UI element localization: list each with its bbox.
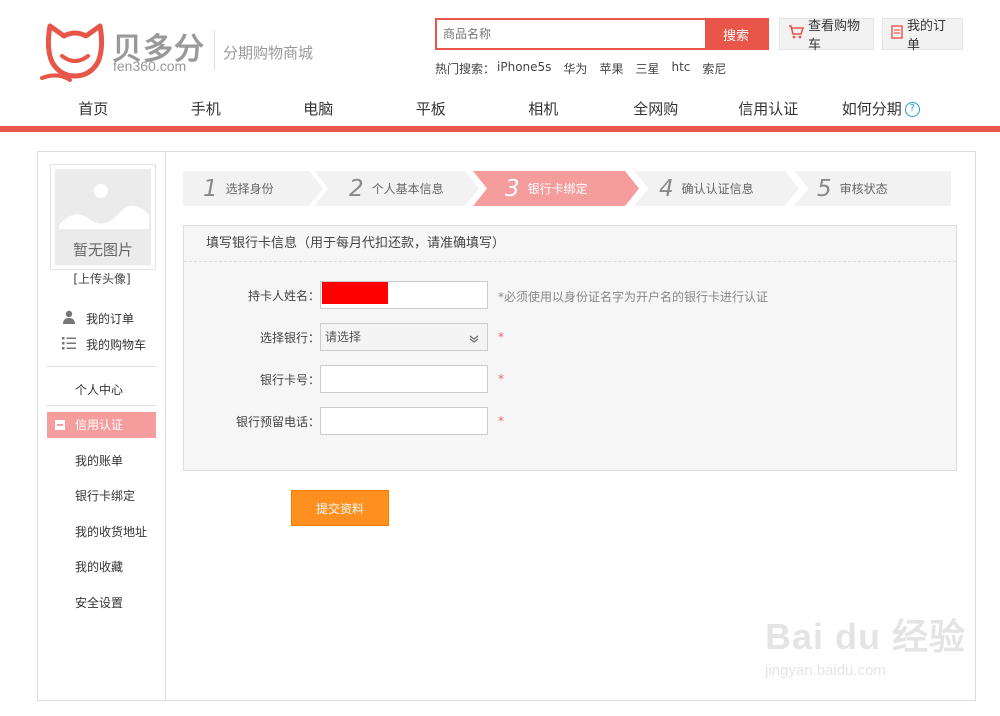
watermark-main: Bai du 经验 xyxy=(765,616,967,657)
watermark: Bai du 经验 jingyan.baidu.com xyxy=(765,608,985,698)
step-number: 3 xyxy=(505,175,520,202)
nav-item-how-installment[interactable]: 如何分期? xyxy=(825,92,938,126)
sidebar-my-orders-label: 我的订单 xyxy=(86,312,135,326)
step-label: 确认认证信息 xyxy=(681,182,754,196)
cart-icon xyxy=(788,25,805,43)
sidebar-my-orders[interactable]: 我的订单 xyxy=(62,310,134,327)
sidebar: 暂无图片 [上传头像] 我的订单 我的购物车 个人中心 信用认证 我的账单 银行… xyxy=(38,152,166,700)
nav-item-how-label: 如何分期 xyxy=(841,100,902,118)
sidebar-item-bills[interactable]: 我的账单 xyxy=(47,448,156,474)
cardholder-hint-text: *必须使用以身份证名字为开户名的银行卡进行认证 xyxy=(498,290,769,304)
step-label: 审核状态 xyxy=(839,182,888,196)
bank-label: 选择银行： xyxy=(259,331,320,345)
sidebar-my-cart[interactable]: 我的购物车 xyxy=(62,336,146,353)
cardholder-hint: *必须使用以身份证名字为开户名的银行卡进行认证 xyxy=(498,288,768,305)
bank-select-value: 请选择 xyxy=(325,330,362,344)
step-number: 5 xyxy=(817,175,832,202)
hot-keyword[interactable]: htc xyxy=(671,60,690,77)
slogan: 分期购物商城 xyxy=(223,44,314,62)
phone-label: 银行预留电话： xyxy=(235,415,320,429)
hot-keyword[interactable]: 索尼 xyxy=(702,60,726,77)
sidebar-item-credit-label: 信用认证 xyxy=(75,418,124,432)
hot-keyword[interactable]: 苹果 xyxy=(599,60,623,77)
nav-item-home[interactable]: 首页 xyxy=(37,92,150,126)
upload-avatar-link[interactable]: [上传头像] xyxy=(38,270,166,287)
step-label: 个人基本信息 xyxy=(371,182,444,196)
cardholder-label: 持卡人姓名： xyxy=(247,289,320,303)
help-icon[interactable]: ? xyxy=(904,102,920,117)
hot-search: 热门搜索： iPhone5s 华为 苹果 三星 htc 索尼 xyxy=(435,60,738,77)
document-icon xyxy=(891,25,903,43)
sidebar-item-address[interactable]: 我的收货地址 xyxy=(47,519,156,545)
card-number-label: 银行卡号： xyxy=(259,373,320,387)
nav-item-all-shop[interactable]: 全网购 xyxy=(600,92,713,126)
hot-keyword[interactable]: 华为 xyxy=(563,60,587,77)
nav-item-credit[interactable]: 信用认证 xyxy=(712,92,825,126)
required-mark: * xyxy=(498,372,504,386)
submit-button[interactable]: 提交资料 xyxy=(291,490,389,526)
logo-icon[interactable] xyxy=(40,20,110,82)
step-number: 2 xyxy=(349,175,364,202)
phone-row: 银行预留电话： * xyxy=(184,407,958,435)
brand-divider xyxy=(214,30,215,70)
card-number-input[interactable] xyxy=(320,365,488,393)
step-5: 5 审核状态 xyxy=(793,171,951,206)
nav-underline xyxy=(0,126,1000,132)
chevron-down-icon xyxy=(469,327,479,353)
my-orders-button[interactable]: 我的订单 xyxy=(882,18,963,53)
sidebar-item-personal-center[interactable]: 个人中心 xyxy=(47,377,156,403)
step-label: 银行卡绑定 xyxy=(527,182,588,196)
sidebar-item-security[interactable]: 安全设置 xyxy=(47,590,156,616)
sidebar-divider xyxy=(46,405,156,406)
sidebar-my-cart-label: 我的购物车 xyxy=(86,338,147,352)
collapse-icon[interactable] xyxy=(55,420,65,430)
step-1: 1 选择身份 xyxy=(183,171,323,206)
hot-keyword[interactable]: 三星 xyxy=(635,60,659,77)
bank-row: 选择银行： 请选择 * xyxy=(184,323,958,351)
required-mark: * xyxy=(498,414,504,428)
nav-item-phone[interactable]: 手机 xyxy=(150,92,263,126)
nav-item-camera[interactable]: 相机 xyxy=(487,92,600,126)
step-4: 4 确认认证信息 xyxy=(633,171,799,206)
view-cart-label: 查看购物车 xyxy=(808,19,861,53)
sidebar-item-bank-card[interactable]: 银行卡绑定 xyxy=(47,483,156,509)
sidebar-item-favorites[interactable]: 我的收藏 xyxy=(47,554,156,580)
my-orders-label: 我的订单 xyxy=(907,19,947,53)
required-mark: * xyxy=(498,330,504,344)
redacted-name xyxy=(322,282,388,304)
sidebar-divider xyxy=(46,366,156,367)
view-cart-button[interactable]: 查看购物车 xyxy=(779,18,874,53)
nav-item-tablet[interactable]: 平板 xyxy=(375,92,488,126)
form-title: 填写银行卡信息（用于每月代扣还款，请准确填写） xyxy=(184,226,956,262)
user-icon xyxy=(62,310,76,327)
search-button[interactable]: 搜索 xyxy=(705,20,767,48)
search-box: 搜索 xyxy=(435,18,769,50)
watermark-sub: jingyan.baidu.com xyxy=(765,662,886,679)
avatar-text: 暂无图片 xyxy=(72,241,133,259)
card-number-row: 银行卡号： * xyxy=(184,365,958,393)
bank-select[interactable]: 请选择 xyxy=(320,323,488,351)
step-number: 1 xyxy=(203,175,218,202)
sidebar-item-credit[interactable]: 信用认证 xyxy=(47,412,156,438)
bank-card-form: 填写银行卡信息（用于每月代扣还款，请准确填写） 持卡人姓名： *必须使用以身份证… xyxy=(183,225,957,471)
hot-keyword[interactable]: iPhone5s xyxy=(497,60,551,77)
brand-url: fen360.com xyxy=(113,58,187,74)
hot-search-label: 热门搜索： xyxy=(435,62,496,76)
step-3: 3 银行卡绑定 xyxy=(473,171,639,206)
list-icon xyxy=(62,336,76,353)
step-number: 4 xyxy=(659,175,674,202)
step-2: 2 个人基本信息 xyxy=(313,171,479,206)
avatar: 暂无图片 xyxy=(50,164,156,270)
nav-item-computer[interactable]: 电脑 xyxy=(262,92,375,126)
search-input[interactable] xyxy=(437,20,705,48)
main-nav: 首页 手机 电脑 平板 相机 全网购 信用认证 如何分期? xyxy=(0,92,1000,126)
cardholder-row: 持卡人姓名： *必须使用以身份证名字为开户名的银行卡进行认证 xyxy=(184,281,958,309)
step-label: 选择身份 xyxy=(225,182,274,196)
phone-input[interactable] xyxy=(320,407,488,435)
progress-steps: 1 选择身份 2 个人基本信息 3 银行卡绑定 4 确认认证信息 5 审核状态 xyxy=(183,171,951,206)
